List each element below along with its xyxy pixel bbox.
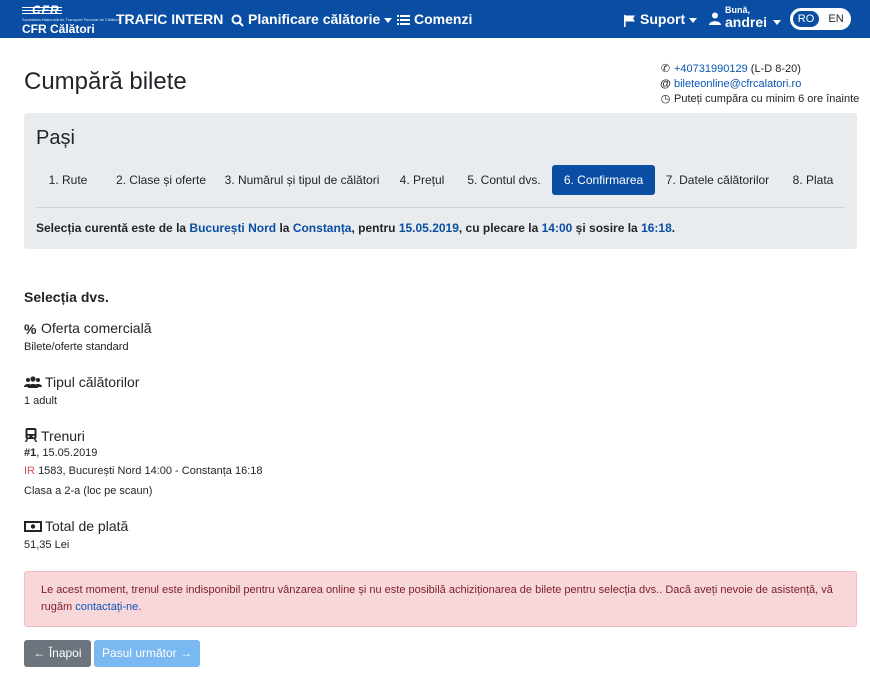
travelers-value: 1 adult — [24, 395, 58, 407]
contact-notice-row: ◷ Puteți cumpăra cu minim 6 ore înainte — [660, 92, 860, 107]
step-confirmarea[interactable]: 6. Confirmarea — [552, 165, 655, 195]
user-menu-dropdown[interactable]: Bună, andrei — [709, 4, 784, 34]
nav-suport-dropdown[interactable]: Suport — [623, 0, 698, 38]
next-label: Pasul următor — [101, 646, 177, 660]
purchase-notice: Puteți cumpăra cu minim 6 ore înainte — [674, 93, 860, 105]
money-icon — [24, 521, 42, 532]
step-contul[interactable]: 5. Contul dvs. — [462, 165, 546, 195]
step-pretul[interactable]: 4. Prețul — [394, 165, 450, 195]
logo-name: CFR Călători — [22, 22, 95, 36]
clock-icon: ◷ — [660, 93, 671, 105]
train-icon — [24, 428, 38, 442]
language-toggle: RO EN — [790, 8, 851, 30]
nav-comenzi[interactable]: Comenzi — [397, 0, 472, 38]
contact-email-row: @ bileteonline@cfrcalatori.ro — [660, 77, 859, 92]
current-selection: Selecția curentă este de la București No… — [36, 221, 675, 235]
step-plata[interactable]: 8. Plata — [786, 165, 840, 195]
step-numar-tip-calatori[interactable]: 3. Numărul și tipul de călători — [222, 165, 382, 195]
train-summary: #1, 15.05.2019 — [24, 447, 97, 459]
sel-to-word: la — [279, 221, 290, 235]
train-class: Clasa a 2-a (loc pe scaun) — [24, 485, 153, 497]
nav-comenzi-label: Comenzi — [414, 11, 473, 27]
total-value: 51,35 Lei — [24, 539, 70, 551]
travelers-label: Tipul călătorilor — [45, 374, 140, 390]
logo-mark: CFR — [32, 3, 60, 17]
contact-phone-row: ✆ +40731990129 (L-D 8-20) — [660, 62, 859, 77]
total-label: Total de plată — [45, 518, 129, 534]
step-rute[interactable]: 1. Rute — [36, 165, 100, 195]
train-number: #1 — [24, 447, 37, 459]
nav-trafic-label: TRAFIC INTERN — [116, 11, 224, 27]
top-navbar: CFR Societatea Națională de Transport Fe… — [0, 0, 870, 38]
email-link[interactable]: bileteonline@cfrcalatori.ro — [674, 78, 801, 90]
contact-info: ✆ +40731990129 (L-D 8-20) @ bileteonline@c… — [660, 62, 859, 107]
sel-depart-word: , cu plecare la — [458, 221, 539, 235]
phone-link[interactable]: +40731990129 — [674, 63, 748, 75]
steps-title: Pași — [36, 127, 75, 149]
phone-icon: ✆ — [660, 63, 671, 75]
sel-end: . — [671, 221, 676, 235]
page-title: Cumpără bilete — [24, 68, 187, 95]
trains-label: Trenuri — [41, 428, 85, 444]
train-route-row: IR 1583, București Nord 14:00 - Constanț… — [24, 465, 262, 477]
step-clase-oferte[interactable]: 2. Clase și oferte — [112, 165, 210, 195]
percent-icon: % — [24, 321, 37, 337]
chevron-down-icon — [689, 17, 698, 23]
contact-link[interactable]: contactați-ne — [75, 601, 138, 613]
steps-divider — [36, 207, 845, 208]
sel-arrive: 16:18 — [641, 221, 672, 235]
arrow-right-icon: → — [180, 646, 193, 660]
nav-planificare-label: Planificare călătorie — [248, 11, 381, 27]
offer-heading: % Oferta comercială — [24, 320, 151, 337]
next-step-button[interactable]: Pasul următor → — [94, 640, 200, 667]
total-heading: Total de plată — [24, 518, 128, 534]
nav-planificare-dropdown[interactable]: Planificare călătorie — [231, 0, 393, 38]
sel-date: 15.05.2019 — [398, 221, 459, 235]
user-icon — [709, 12, 721, 25]
chevron-down-icon — [384, 17, 393, 23]
selection-title: Selecția dvs. — [24, 289, 109, 305]
offer-label: Oferta comercială — [41, 320, 152, 336]
back-button[interactable]: ← Înapoi — [24, 640, 91, 667]
nav-suport-label: Suport — [640, 11, 686, 27]
phone-hours: (L-D 8-20) — [750, 63, 801, 75]
train-type: IR — [24, 465, 35, 477]
sel-to: Constanța — [292, 221, 352, 235]
cfr-logo[interactable]: CFR Societatea Națională de Transport Fe… — [22, 3, 119, 36]
search-icon — [231, 14, 244, 27]
lang-en-button[interactable]: EN — [823, 10, 849, 28]
travelers-heading: Tipul călătorilor — [24, 374, 139, 390]
flag-icon — [624, 14, 635, 27]
train-route: 1583, București Nord 14:00 - Constanța 1… — [38, 465, 263, 477]
trains-heading: Trenuri — [24, 428, 85, 444]
at-icon: @ — [660, 78, 671, 90]
sel-depart: 14:00 — [541, 221, 573, 235]
chevron-down-icon — [773, 20, 781, 25]
alert-text: Le acest moment, trenul este indisponibi… — [41, 584, 833, 613]
alert-end: . — [138, 601, 142, 613]
sel-prefix: Selecția curentă este de la — [36, 221, 187, 235]
user-name: andrei — [725, 14, 768, 30]
users-icon — [24, 376, 42, 388]
back-label: Înapoi — [48, 646, 82, 660]
sel-from: București Nord — [189, 221, 277, 235]
arrow-left-icon: ← — [33, 646, 46, 660]
unavailable-alert: Le acest moment, trenul este indisponibi… — [24, 571, 857, 627]
sel-arrive-word: și sosire la — [575, 221, 638, 235]
list-icon — [397, 15, 410, 26]
offer-value: Bilete/oferte standard — [24, 341, 129, 353]
step-datele-calatorilor[interactable]: 7. Datele călătorilor — [661, 165, 774, 195]
nav-trafic-intern[interactable]: TRAFIC INTERN — [116, 0, 223, 38]
steps-panel: Pași 1. Rute 2. Clase și oferte 3. Număr… — [24, 113, 857, 249]
lang-ro-button[interactable]: RO — [792, 10, 820, 28]
train-date: , 15.05.2019 — [36, 447, 98, 459]
sel-for-word: , pentru — [351, 221, 396, 235]
